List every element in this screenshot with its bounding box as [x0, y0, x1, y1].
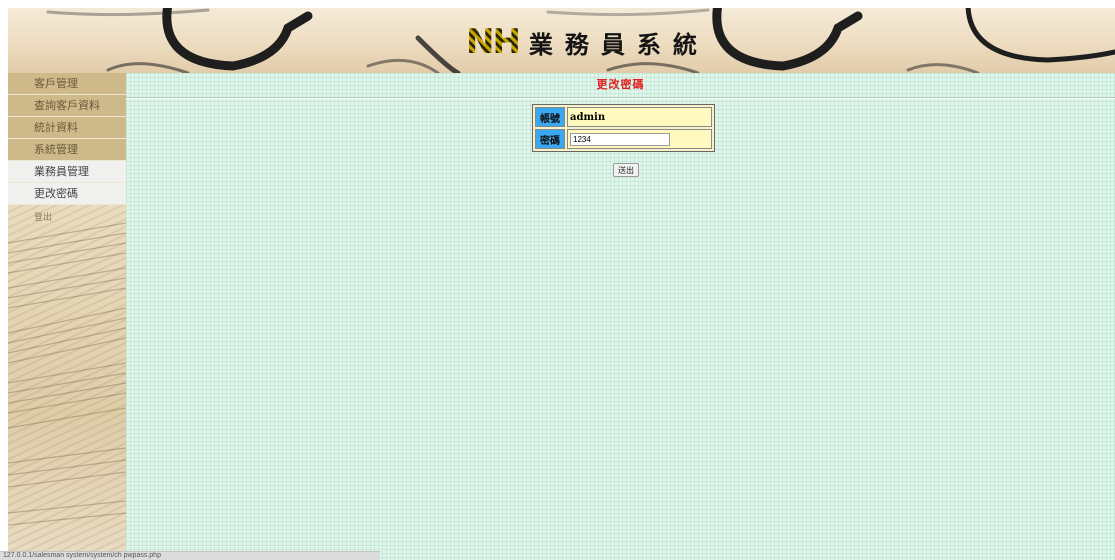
sidebar-item-system-management[interactable]: 系統管理 — [8, 139, 126, 161]
app-logo: NH 業務員系統 — [466, 22, 709, 62]
main-panel: 更改密碼 帳號 admin 密碼 送出 — [126, 73, 1115, 560]
submit-button[interactable]: 送出 — [613, 163, 639, 177]
page-title: 更改密碼 — [596, 78, 645, 91]
logo-mark: NH — [466, 22, 521, 62]
status-bar-url: 127.0.0.1/salesman system/system/ch pwpa… — [0, 551, 380, 560]
account-value: admin — [567, 107, 712, 127]
newspaper-decoration — [8, 222, 126, 526]
sidebar-item-salesman-management[interactable]: 業務員管理 — [8, 161, 126, 183]
sidebar-item-statistics[interactable]: 統計資料 — [8, 117, 126, 139]
sidebar-item-customer-management[interactable]: 客戶管理 — [8, 73, 126, 95]
logo-title: 業務員系統 — [528, 29, 709, 59]
sidebar-item-query-customer[interactable]: 查詢客戶資料 — [8, 95, 126, 117]
account-label: 帳號 — [535, 107, 565, 127]
sidebar-item-change-password[interactable]: 更改密碼 — [8, 183, 126, 205]
header-banner: NH 業務員系統 — [8, 8, 1115, 73]
sidebar-menu: 客戶管理 查詢客戶資料 統計資料 系統管理 業務員管理 更改密碼 — [8, 73, 126, 205]
password-label: 密碼 — [535, 129, 565, 149]
account-row: 帳號 admin — [535, 107, 712, 127]
title-divider — [126, 97, 1115, 99]
sidebar: 客戶管理 查詢客戶資料 統計資料 系統管理 業務員管理 更改密碼 登出 — [8, 73, 126, 560]
password-input[interactable] — [570, 132, 670, 146]
password-row: 密碼 — [535, 129, 712, 149]
password-cell — [567, 129, 712, 149]
change-password-form: 帳號 admin 密碼 — [532, 104, 715, 152]
